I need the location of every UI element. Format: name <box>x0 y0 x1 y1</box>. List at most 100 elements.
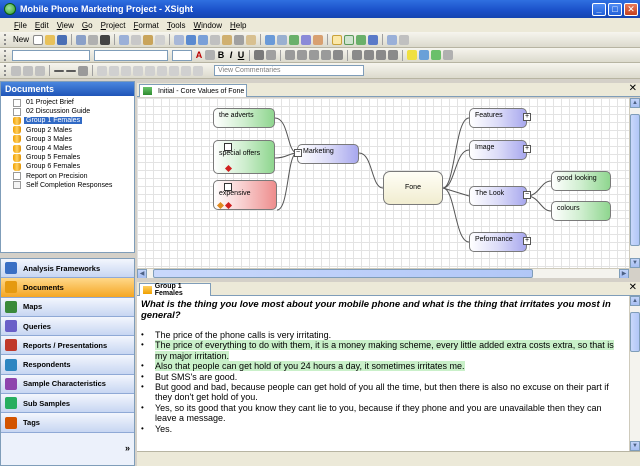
undo-icon[interactable] <box>155 34 166 45</box>
grid-icon[interactable] <box>301 34 312 45</box>
response-item[interactable]: • Yes. <box>141 424 625 434</box>
response-item[interactable]: • The price of everything to do with them… <box>141 340 625 361</box>
bookmark-next-icon[interactable] <box>23 65 33 76</box>
response-item[interactable]: • Yes, so its good that you know they can… <box>141 403 625 424</box>
document-item[interactable]: Self Completion Responses <box>13 181 134 190</box>
scroll-thumb[interactable] <box>630 312 640 352</box>
font-color-button[interactable]: A <box>194 50 204 60</box>
nav-sub-samples[interactable]: Sub Samples <box>1 394 134 414</box>
italic-button[interactable]: I <box>226 50 236 60</box>
node-the-adverts[interactable]: the adverts <box>213 108 275 128</box>
response-item[interactable]: • Also that people can get hold of you 24… <box>141 361 625 372</box>
menu-edit[interactable]: Edit <box>31 21 53 30</box>
document-item[interactable]: Group 2 Males <box>13 126 134 135</box>
attach-icon[interactable] <box>246 34 257 45</box>
node-features[interactable]: Features <box>469 108 527 128</box>
scroll-up-icon[interactable]: ▲ <box>630 296 640 306</box>
justify-icon[interactable] <box>321 50 331 60</box>
nav-documents[interactable]: Documents <box>1 278 134 298</box>
numbering-icon[interactable] <box>364 50 374 60</box>
scroll-thumb[interactable] <box>153 269 533 278</box>
collapse-icon[interactable]: − <box>294 149 302 157</box>
scroll-down-icon[interactable]: ▼ <box>630 441 640 451</box>
align-left-icon[interactable] <box>285 50 295 60</box>
bullets-icon[interactable] <box>352 50 362 60</box>
comment-add-icon[interactable] <box>109 65 119 76</box>
scroll-up-icon[interactable]: ▲ <box>630 98 640 108</box>
menu-window[interactable]: Window <box>190 21 226 30</box>
line-color-icon[interactable] <box>254 50 264 60</box>
chart-icon[interactable] <box>313 34 324 45</box>
expand-icon[interactable]: + <box>523 113 531 121</box>
cut-icon[interactable] <box>119 34 130 45</box>
toolbar-grip[interactable] <box>4 49 7 61</box>
new-button[interactable]: New <box>10 35 32 44</box>
style-dropdown[interactable] <box>12 49 90 61</box>
find-icon[interactable] <box>100 34 111 45</box>
line-thin-icon[interactable] <box>54 69 64 72</box>
node-center-fone[interactable]: Fone <box>383 171 443 205</box>
line-thick-icon[interactable] <box>66 69 76 72</box>
help-icon[interactable] <box>399 34 410 45</box>
tab-map[interactable]: Initial - Core Values of Fone <box>139 84 247 97</box>
document-item[interactable]: Group 6 Females <box>13 162 134 171</box>
marker-icon[interactable] <box>431 50 441 60</box>
scroll-down-icon[interactable]: ▼ <box>630 258 640 268</box>
node-colours[interactable]: colours <box>551 201 611 221</box>
map-horizontal-scrollbar[interactable]: ◀ ▶ <box>137 268 629 279</box>
underline-button[interactable]: U <box>236 50 246 60</box>
font-dropdown[interactable] <box>94 49 168 61</box>
toolbar-grip[interactable] <box>4 65 7 76</box>
link-icon[interactable] <box>198 34 209 45</box>
connector-icon[interactable] <box>78 65 88 76</box>
response-item[interactable]: • But good and bad, because people can ge… <box>141 382 625 403</box>
format-more-icon[interactable] <box>443 50 453 60</box>
nav-analysis-frameworks[interactable]: Analysis Frameworks <box>1 259 134 279</box>
nav-queries[interactable]: Queries <box>1 316 134 337</box>
bookmark-icon[interactable] <box>11 65 21 76</box>
menu-go[interactable]: Go <box>78 21 97 30</box>
transcript-vertical-scrollbar[interactable]: ▲ ▼ <box>629 296 640 451</box>
close-map-icon[interactable]: ✕ <box>629 83 637 95</box>
align-right-icon[interactable] <box>309 50 319 60</box>
framework-icon[interactable] <box>332 34 343 45</box>
mind-map-canvas[interactable]: the adverts special offers expensive Mar… <box>137 98 629 268</box>
node-special-offers[interactable]: special offers <box>213 140 275 174</box>
map-vertical-scrollbar[interactable]: ▲ ▼ <box>629 98 640 268</box>
close-transcript-icon[interactable]: ✕ <box>629 282 637 294</box>
comment-hide-icon[interactable] <box>181 65 191 76</box>
toolbar-grip[interactable] <box>4 34 7 45</box>
document-item[interactable]: Report on Precision <box>13 172 134 181</box>
table-icon[interactable] <box>333 50 343 60</box>
spell-check-icon[interactable] <box>174 34 185 45</box>
indent-icon[interactable] <box>388 50 398 60</box>
menu-tools[interactable]: Tools <box>163 21 190 30</box>
comment-prev-icon[interactable] <box>157 65 167 76</box>
menu-file[interactable]: File <box>10 21 31 30</box>
insert-icon[interactable] <box>210 34 221 45</box>
tab-transcript[interactable]: Group 1 Females <box>139 283 211 297</box>
properties-icon[interactable] <box>234 34 245 45</box>
cluster-icon[interactable] <box>356 34 367 45</box>
open-folder-icon[interactable] <box>45 34 56 45</box>
node-performance[interactable]: Peformance <box>469 232 527 252</box>
font-size-icon[interactable] <box>205 50 215 60</box>
preview-icon[interactable] <box>88 34 99 45</box>
view-icon[interactable] <box>344 34 355 45</box>
node-marketing[interactable]: Marketing <box>297 144 359 164</box>
scroll-thumb[interactable] <box>630 114 640 246</box>
menu-format[interactable]: Format <box>130 21 163 30</box>
node-the-look[interactable]: The Look <box>469 186 527 206</box>
expand-icon[interactable]: + <box>523 237 531 245</box>
layout-icon[interactable] <box>277 34 288 45</box>
bold-button[interactable]: B <box>216 50 226 60</box>
save-icon[interactable] <box>57 34 68 45</box>
expand-icon[interactable]: + <box>523 145 531 153</box>
print-icon[interactable] <box>76 34 87 45</box>
nav-sample-characteristics[interactable]: Sample Characteristics <box>1 374 134 395</box>
copy-icon[interactable] <box>131 34 142 45</box>
menu-project[interactable]: Project <box>97 21 130 30</box>
bookmark-prev-icon[interactable] <box>35 65 45 76</box>
nav-overflow-icon[interactable]: » <box>125 443 130 453</box>
response-item[interactable]: • But SMS's are good. <box>141 372 625 382</box>
